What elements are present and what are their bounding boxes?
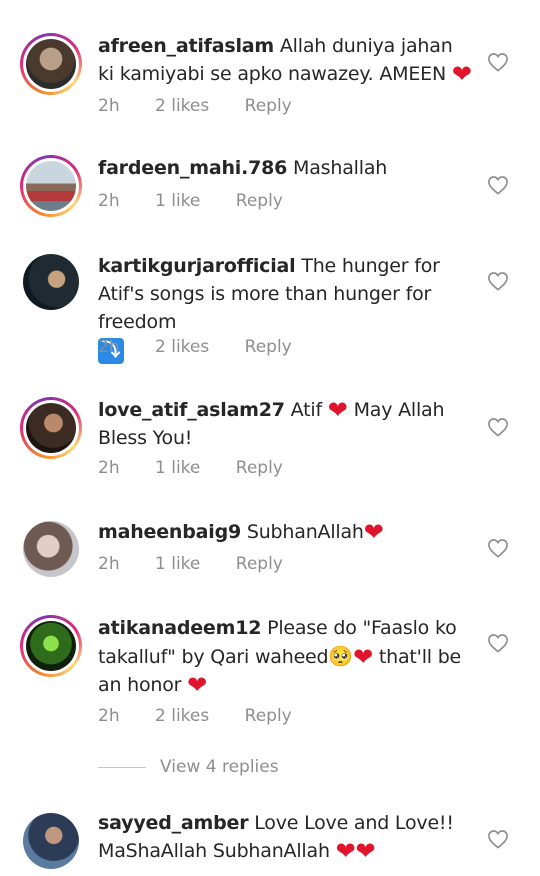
comment-body: sayyed_amber Love Love and Love!! MaShaA… bbox=[98, 809, 473, 865]
reply-button[interactable]: Reply bbox=[245, 96, 292, 116]
heart-outline-icon[interactable] bbox=[487, 829, 509, 849]
heart-emoji: ❤ bbox=[327, 396, 348, 424]
avatar[interactable] bbox=[23, 521, 79, 577]
comment-likes[interactable]: 1 like bbox=[155, 554, 200, 574]
comment-time: 2h bbox=[98, 458, 120, 478]
avatar[interactable] bbox=[20, 615, 82, 677]
comment-username[interactable]: sayyed_amber bbox=[98, 812, 249, 834]
comment-meta: 2h 1 like Reply bbox=[98, 554, 313, 574]
heart-emoji: ❤ bbox=[353, 643, 374, 671]
heart-outline-icon[interactable] bbox=[487, 417, 509, 437]
heart-outline-icon[interactable] bbox=[487, 633, 509, 653]
comment-time: 2h bbox=[98, 554, 120, 574]
comment-username[interactable]: afreen_atifaslam bbox=[98, 35, 274, 57]
reply-button[interactable]: Reply bbox=[236, 191, 283, 211]
reply-button[interactable]: Reply bbox=[245, 337, 292, 357]
comment-username[interactable]: maheenbaig9 bbox=[98, 521, 241, 543]
comment-body: fardeen_mahi.786 Mashallah bbox=[98, 154, 473, 182]
heart-outline-icon[interactable] bbox=[487, 271, 509, 291]
comment-body: love_atif_aslam27 Atif ❤ May Allah Bless… bbox=[98, 396, 473, 452]
comment-text: SubhanAllah bbox=[246, 521, 364, 543]
view-replies-button[interactable]: View 4 replies bbox=[98, 757, 279, 777]
comment-username[interactable]: love_atif_aslam27 bbox=[98, 399, 285, 421]
avatar[interactable] bbox=[20, 155, 82, 217]
heart-outline-icon[interactable] bbox=[487, 52, 509, 72]
heart-emoji: ❤ bbox=[451, 60, 472, 88]
comment-meta: 2h 1 like Reply bbox=[98, 191, 313, 211]
pleading-face-emoji: 🥺 bbox=[328, 644, 354, 668]
heart-emoji: ❤ bbox=[363, 518, 384, 546]
comment-likes[interactable]: 1 like bbox=[155, 458, 200, 478]
avatar[interactable] bbox=[23, 813, 79, 869]
comment-time: 2h bbox=[98, 96, 120, 116]
comment-text: Atif bbox=[290, 399, 322, 421]
comment-meta: 2h 1 like Reply bbox=[98, 458, 313, 478]
comment-username[interactable]: atikanadeem12 bbox=[98, 617, 261, 639]
heart-outline-icon[interactable] bbox=[487, 538, 509, 558]
comment-meta: 2h 2 likes Reply bbox=[98, 337, 322, 357]
comment-likes[interactable]: 2 likes bbox=[155, 337, 209, 357]
comment-username[interactable]: fardeen_mahi.786 bbox=[98, 157, 287, 179]
view-replies-label[interactable]: View 4 replies bbox=[160, 757, 279, 777]
reply-button[interactable]: Reply bbox=[236, 554, 283, 574]
comment-text: Mashallah bbox=[293, 157, 388, 179]
avatar[interactable] bbox=[23, 254, 79, 310]
comment-likes[interactable]: 2 likes bbox=[155, 96, 209, 116]
comment-body: atikanadeem12 Please do "Faaslo ko takal… bbox=[98, 614, 473, 699]
comment-time: 2h bbox=[98, 706, 120, 726]
comment-likes[interactable]: 1 like bbox=[155, 191, 200, 211]
avatar[interactable] bbox=[20, 397, 82, 459]
reply-button[interactable]: Reply bbox=[245, 706, 292, 726]
comment-meta: 2h 2 likes Reply bbox=[98, 706, 322, 726]
divider bbox=[98, 766, 146, 768]
comment-likes[interactable]: 2 likes bbox=[155, 706, 209, 726]
comment-body: maheenbaig9 SubhanAllah❤ bbox=[98, 518, 473, 546]
comment-body: afreen_atifaslam Allah duniya jahan ki k… bbox=[98, 32, 473, 88]
heart-emoji: ❤❤ bbox=[335, 837, 376, 865]
heart-emoji: ❤ bbox=[187, 671, 208, 699]
avatar[interactable] bbox=[20, 33, 82, 95]
comment-time: 2h bbox=[98, 191, 120, 211]
comment-username[interactable]: kartikgurjarofficial bbox=[98, 255, 296, 277]
reply-button[interactable]: Reply bbox=[236, 458, 283, 478]
comment-meta: 2h 2 likes Reply bbox=[98, 96, 322, 116]
comment-time: 2h bbox=[98, 337, 120, 357]
heart-outline-icon[interactable] bbox=[487, 175, 509, 195]
